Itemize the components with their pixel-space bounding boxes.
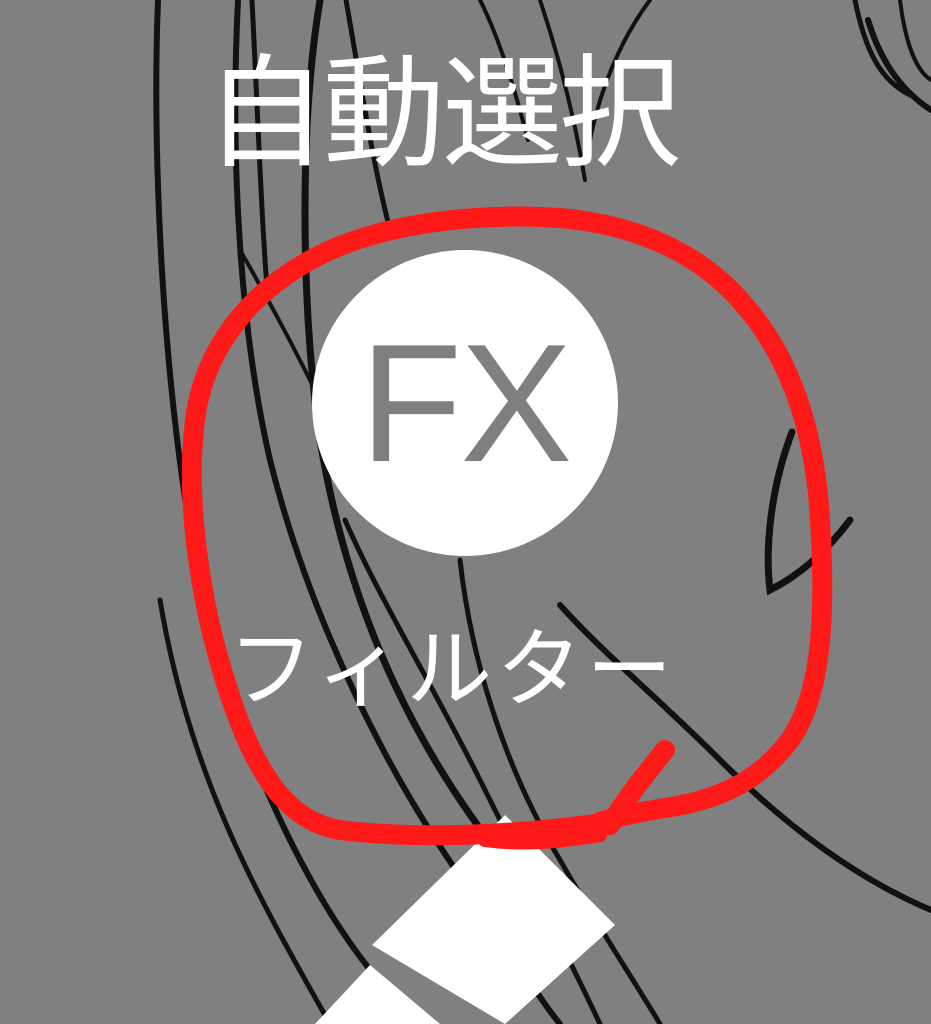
annotation-stroke: [478, 828, 607, 850]
red-circle-annotation: [181, 206, 833, 850]
drawing-canvas: 自動選択 FX フィルター: [0, 0, 931, 1024]
annotation-stroke: [181, 206, 833, 846]
